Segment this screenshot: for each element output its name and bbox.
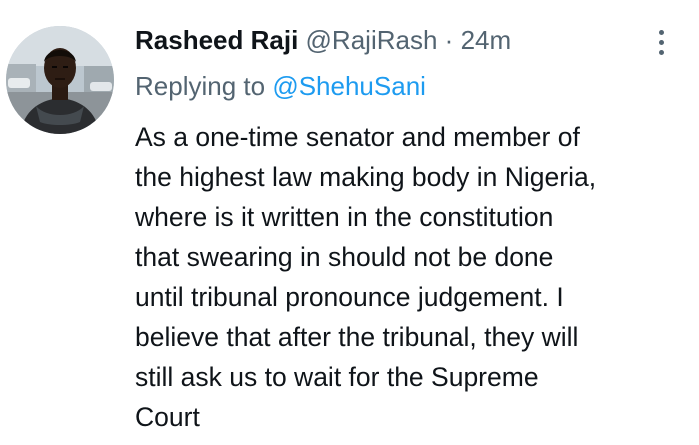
avatar[interactable] [6, 26, 114, 134]
timestamp[interactable]: 24m [461, 25, 512, 55]
display-name[interactable]: Rasheed Raji [135, 25, 298, 55]
replying-to-label: Replying to [135, 71, 266, 101]
tweet[interactable]: Rasheed Raji @RajiRash · 24m Replying to… [0, 0, 699, 445]
more-dot [659, 40, 664, 45]
more-dot [659, 50, 664, 55]
tweet-text-line: where is it written in the constitution [135, 202, 554, 232]
tweet-header: Rasheed Raji @RajiRash · 24m [135, 24, 511, 56]
avatar-image [6, 26, 114, 134]
tweet-text-line: Court [135, 402, 200, 432]
replying-to-line: Replying to @ShehuSani [135, 70, 426, 102]
tweet-text-line: the highest law making body in Nigeria, [135, 162, 597, 192]
tweet-text-line: believe that after the tribunal, they wi… [135, 322, 579, 352]
tweet-text: As a one-time senator and member of the … [135, 117, 680, 437]
more-dot [659, 30, 664, 35]
replying-to-handle[interactable]: @ShehuSani [272, 71, 426, 101]
tweet-text-line: until tribunal pronounce judgement. I [135, 282, 564, 312]
more-options-icon[interactable] [652, 28, 670, 58]
tweet-text-line: that swearing in should not be done [135, 242, 554, 272]
user-handle[interactable]: @RajiRash [306, 25, 438, 55]
separator-dot: · [444, 25, 454, 55]
tweet-text-line: As a one-time senator and member of [135, 122, 580, 152]
tweet-text-line: still ask us to wait for the Supreme [135, 362, 539, 392]
